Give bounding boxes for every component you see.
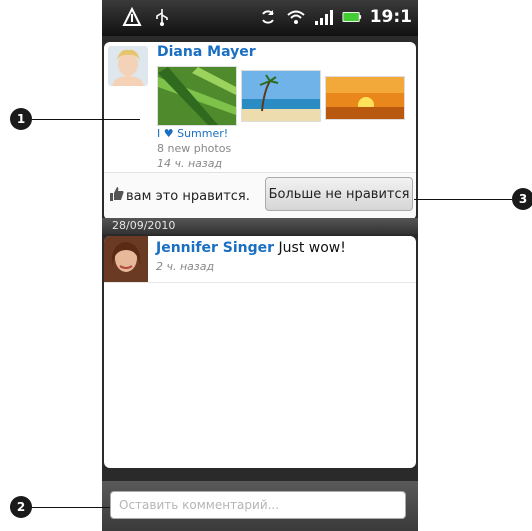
post-content: Jennifer Singer Just wow! bbox=[156, 240, 346, 256]
callout-leader-line bbox=[414, 199, 512, 200]
thumbs-up-icon bbox=[110, 187, 124, 205]
post-card-diana[interactable]: Diana Mayer I ♥ Summer! 8 new photos 14 … bbox=[104, 42, 416, 220]
photo-thumbnail[interactable] bbox=[325, 76, 405, 120]
phone-screen: 19:1 Diana Mayer I ♥ Summer! 8 new photo… bbox=[102, 0, 418, 531]
photo-gallery bbox=[157, 66, 405, 126]
like-bar: вам это нравится. Больше не нравится bbox=[104, 172, 416, 219]
stream-content[interactable]: Diana Mayer I ♥ Summer! 8 new photos 14 … bbox=[102, 36, 418, 481]
usb-icon bbox=[152, 7, 172, 27]
avatar[interactable] bbox=[104, 236, 148, 282]
photo-count: 8 new photos bbox=[157, 142, 232, 155]
author-name[interactable]: Jennifer Singer bbox=[156, 240, 274, 256]
post-message: Just wow! bbox=[278, 240, 346, 256]
author-name[interactable]: Diana Mayer bbox=[157, 44, 256, 60]
like-status: вам это нравится. bbox=[110, 187, 250, 205]
callout-leader-line bbox=[32, 119, 140, 120]
photo-thumbnail[interactable] bbox=[157, 66, 237, 126]
status-time: 19:1 bbox=[369, 7, 412, 27]
album-title[interactable]: I ♥ Summer! bbox=[157, 127, 228, 140]
wifi-icon bbox=[286, 7, 306, 27]
callout-2: 2 bbox=[10, 496, 32, 518]
callout-3: 3 bbox=[512, 188, 532, 210]
battery-icon bbox=[342, 7, 362, 27]
callout-1: 1 bbox=[10, 108, 32, 130]
avatar[interactable] bbox=[108, 46, 148, 86]
post-card-jennifer[interactable]: Jennifer Singer Just wow! 2 ч. назад bbox=[104, 236, 416, 468]
signal-icon bbox=[314, 7, 334, 27]
post-timestamp: 2 ч. назад bbox=[156, 260, 215, 273]
status-bar: 19:1 bbox=[102, 0, 418, 36]
photo-thumbnail[interactable] bbox=[241, 70, 321, 122]
date-divider: 28/09/2010 bbox=[102, 218, 418, 234]
comment-input[interactable] bbox=[110, 491, 406, 519]
comment-area bbox=[102, 481, 418, 531]
sync-icon bbox=[258, 7, 278, 27]
post-timestamp: 14 ч. назад bbox=[157, 157, 223, 170]
album-title-text: I ♥ Summer! bbox=[157, 127, 229, 140]
divider bbox=[104, 282, 416, 283]
like-text: вам это нравится. bbox=[126, 188, 250, 204]
callout-leader-line bbox=[32, 507, 110, 508]
unlike-button[interactable]: Больше не нравится bbox=[265, 177, 413, 211]
notification-icon bbox=[122, 7, 142, 27]
